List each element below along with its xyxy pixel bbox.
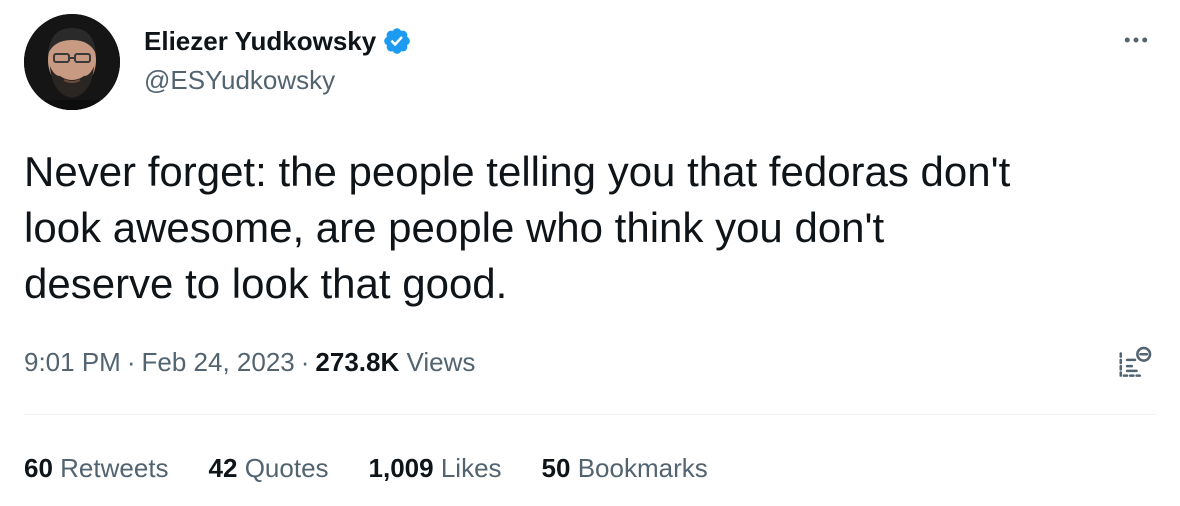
avatar-image bbox=[24, 14, 120, 110]
likes-count: 1,009 bbox=[368, 453, 434, 483]
quotes-count: 42 bbox=[208, 453, 238, 483]
views-count: 273.8K bbox=[315, 347, 400, 377]
author-display-name[interactable]: Eliezer Yudkowsky bbox=[144, 22, 376, 60]
quotes-stat[interactable]: 42 Quotes bbox=[209, 448, 329, 488]
analytics-button[interactable] bbox=[1116, 344, 1154, 382]
avatar[interactable] bbox=[24, 14, 120, 110]
meta-separator: · bbox=[300, 347, 310, 377]
more-options-button[interactable] bbox=[1118, 22, 1154, 58]
author-info: Eliezer Yudkowsky @ESYudkowsky bbox=[144, 22, 412, 98]
likes-label: Likes bbox=[440, 453, 502, 483]
verified-badge-icon bbox=[382, 26, 412, 56]
tweet-metadata: 9:01 PM · Feb 24, 2023 · 273.8K Views bbox=[24, 342, 475, 382]
quotes-label: Quotes bbox=[244, 453, 329, 483]
divider bbox=[24, 414, 1156, 415]
tweet-text: Never forget: the people telling you tha… bbox=[24, 148, 1011, 307]
retweets-count: 60 bbox=[24, 453, 53, 483]
retweets-label: Retweets bbox=[60, 453, 169, 483]
author-handle[interactable]: @ESYudkowsky bbox=[144, 62, 412, 98]
views-label: Views bbox=[406, 347, 476, 377]
bookmarks-count: 50 bbox=[541, 453, 571, 483]
tweet-time[interactable]: 9:01 PM bbox=[24, 347, 121, 377]
more-horizontal-icon bbox=[1124, 37, 1148, 43]
bookmarks-label: Bookmarks bbox=[577, 453, 708, 483]
meta-separator: · bbox=[126, 347, 136, 377]
retweets-stat[interactable]: 60 Retweets bbox=[24, 448, 169, 488]
tweet-date[interactable]: Feb 24, 2023 bbox=[142, 347, 295, 377]
author-name-row: Eliezer Yudkowsky bbox=[144, 22, 412, 60]
engagement-stats: 60 Retweets 42 Quotes 1,009 Likes 50 Boo… bbox=[24, 448, 748, 488]
analytics-icon bbox=[1119, 346, 1152, 377]
bookmarks-stat[interactable]: 50 Bookmarks bbox=[542, 448, 708, 488]
likes-stat[interactable]: 1,009 Likes bbox=[369, 448, 502, 488]
